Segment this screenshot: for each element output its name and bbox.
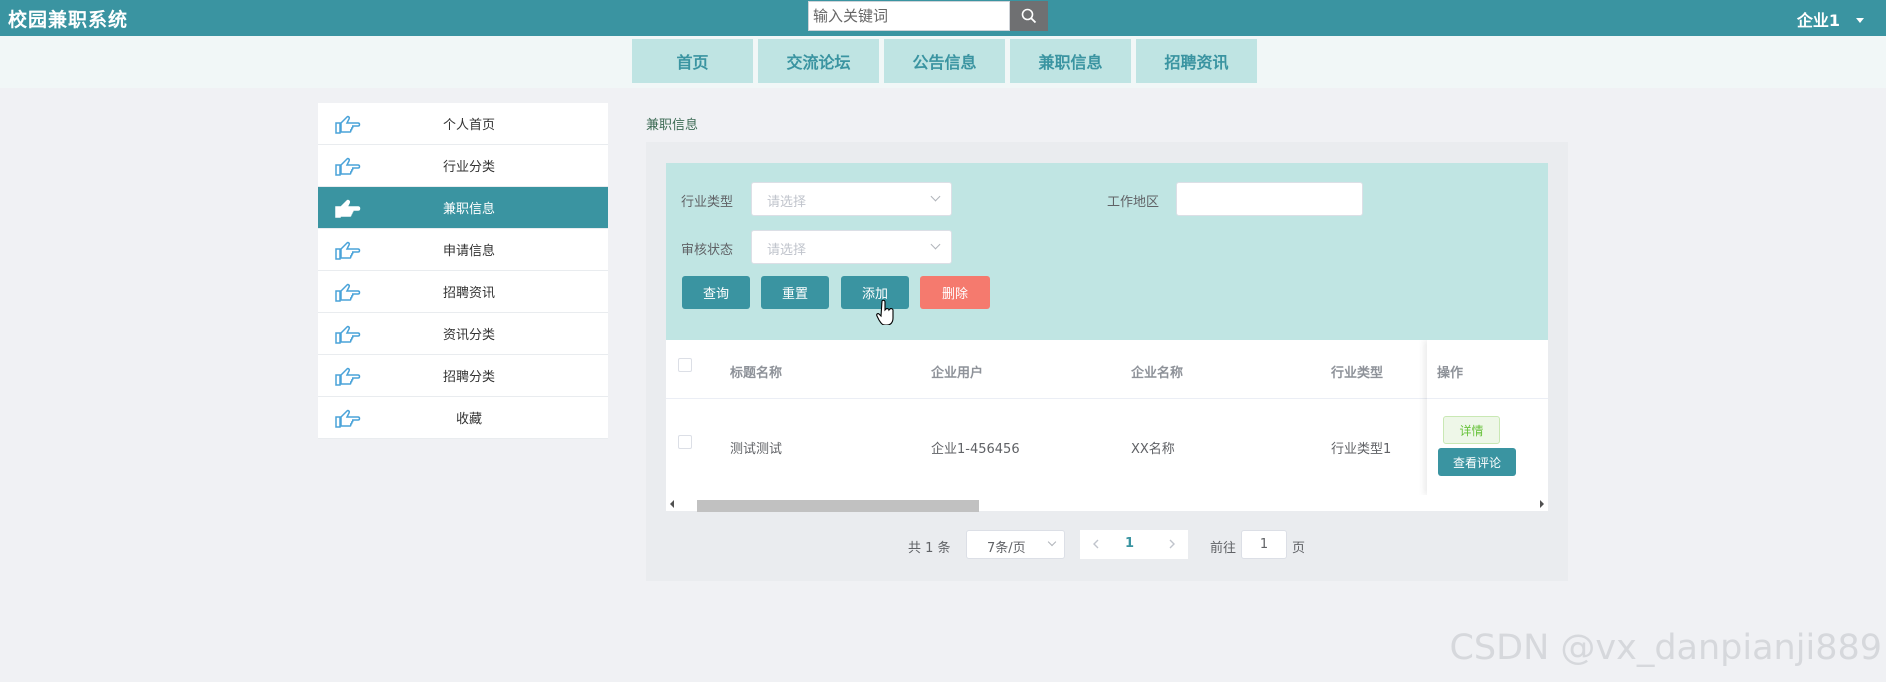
region-label: 工作地区 [1107,195,1160,210]
operations-column: 操作 详情 查看评论 [1427,340,1548,495]
page-number[interactable]: 1 [1125,536,1134,551]
chevron-left-icon[interactable] [1090,538,1102,550]
industry-select[interactable]: 请选择 [751,182,952,216]
audit-select-placeholder: 请选择 [767,243,807,258]
scroll-track[interactable] [680,497,1532,512]
sidebar-item-news-category[interactable]: 资讯分类 [318,313,608,355]
region-input[interactable] [1177,183,1362,215]
sidebar-item-recruit-category[interactable]: 招聘分类 [318,355,608,397]
breadcrumb: 兼职信息 [646,118,699,133]
column-header-user: 企业用户 [931,366,984,381]
sidebar-item-applications[interactable]: 申请信息 [318,229,608,271]
chevron-down-icon [930,239,941,250]
cell-company: XX名称 [1131,442,1175,457]
region-field[interactable] [1176,182,1363,216]
pagination-total: 共 1 条 [908,541,951,556]
chevron-down-icon [1047,537,1057,547]
sidebar-item-profile[interactable]: 个人首页 [318,103,608,145]
search-input[interactable] [809,2,1009,30]
sidebar-item-recruit-news[interactable]: 招聘资讯 [318,271,608,313]
nav-tab-parttime[interactable]: 兼职信息 [1010,39,1131,83]
pointing-hand-icon [335,283,361,302]
industry-select-placeholder: 请选择 [767,195,807,210]
top-bar: 校园兼职系统 企业1 [0,0,1886,36]
pointing-hand-icon [335,157,361,176]
scroll-left-icon[interactable] [670,500,674,508]
chevron-down-icon [930,191,941,202]
scroll-thumb[interactable] [697,500,979,512]
nav-tab-home[interactable]: 首页 [632,39,753,83]
data-table: 标题名称 企业用户 企业名称 行业类型 测试测试 企业1-456456 XX名称… [666,340,1548,495]
header-divider [1427,398,1548,399]
sidebar-item-parttime[interactable]: 兼职信息 [318,187,608,229]
cell-user: 企业1-456456 [931,442,1020,457]
pointing-hand-icon [335,325,361,344]
user-menu[interactable]: 企业1 [1797,7,1864,31]
reset-button[interactable]: 重置 [761,276,829,309]
pointing-hand-icon [335,409,361,428]
pager: 1 [1080,530,1188,559]
view-comments-button[interactable]: 查看评论 [1438,448,1516,476]
row-checkbox[interactable] [678,435,692,449]
pointing-hand-icon [335,367,361,386]
column-header-industry: 行业类型 [1331,366,1384,381]
chevron-right-icon[interactable] [1166,538,1178,550]
goto-suffix: 页 [1292,541,1306,556]
pointing-hand-icon [335,241,361,260]
audit-select[interactable]: 请选择 [751,230,952,264]
user-name: 企业1 [1796,11,1840,30]
header-divider [666,398,1548,399]
query-button[interactable]: 查询 [682,276,750,309]
audit-label: 审核状态 [681,243,734,258]
sidebar-item-favorites[interactable]: 收藏 [318,397,608,439]
nav-tab-forum[interactable]: 交流论坛 [758,39,879,83]
add-button[interactable]: 添加 [841,276,909,309]
detail-button[interactable]: 详情 [1443,416,1500,444]
horizontal-scrollbar[interactable] [666,495,1548,512]
scroll-right-icon[interactable] [1540,500,1544,508]
column-header-title: 标题名称 [730,366,783,381]
cell-title: 测试测试 [730,442,783,457]
caret-down-icon [1856,17,1864,23]
cell-industry: 行业类型1 [1331,442,1392,457]
watermark: CSDN @vx_danpianji889 [1449,628,1882,668]
search-button[interactable] [1010,1,1048,31]
nav-tab-notice[interactable]: 公告信息 [884,39,1005,83]
goto-prefix: 前往 [1210,541,1237,556]
nav-tab-recruit[interactable]: 招聘资讯 [1136,39,1257,83]
search-icon [1021,8,1037,24]
page-size-select[interactable]: 7条/页 [966,530,1065,559]
pointing-hand-icon [335,199,361,218]
hand-cursor-icon [876,299,894,325]
column-header-company: 企业名称 [1131,366,1184,381]
app-title: 校园兼职系统 [8,9,129,31]
goto-page-input[interactable]: 1 [1241,530,1287,559]
page-size-value: 7条/页 [987,541,1026,556]
sidebar: 个人首页 行业分类 兼职信息 申请信息 招聘资讯 资讯分类 招聘分类 收藏 [318,103,608,439]
nav-bar: 首页 交流论坛 公告信息 兼职信息 招聘资讯 [0,36,1886,88]
industry-label: 行业类型 [681,195,734,210]
search-box[interactable] [808,1,1010,31]
sidebar-item-industry[interactable]: 行业分类 [318,145,608,187]
select-all-checkbox[interactable] [678,358,692,372]
pointing-hand-icon [335,115,361,134]
delete-button[interactable]: 删除 [920,276,990,309]
column-header-actions: 操作 [1437,366,1464,381]
